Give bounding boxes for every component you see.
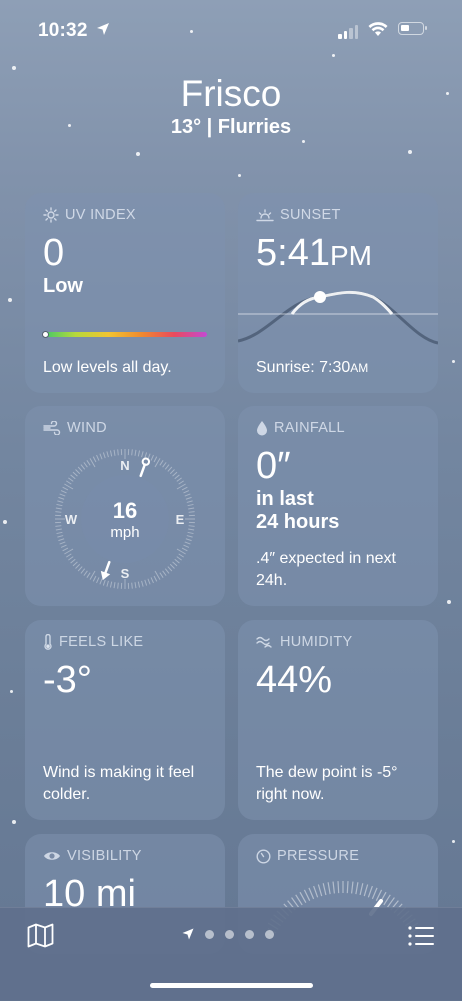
- feels-like-description: Wind is making it feel colder.: [43, 762, 213, 806]
- rainfall-value: 0″: [256, 444, 420, 488]
- compass-east: E: [176, 512, 185, 527]
- page-dot: [205, 930, 214, 939]
- raindrop-icon: [256, 420, 268, 436]
- page-dot: [265, 930, 274, 939]
- sunset-icon: [256, 207, 274, 223]
- feels-like-value: -3°: [43, 658, 207, 702]
- uv-index-indicator: [42, 331, 49, 338]
- compass-west: W: [65, 512, 78, 527]
- wind-compass: N S E W 16 mph: [52, 446, 198, 592]
- rainfall-description: .4″ expected in next 24h.: [256, 548, 426, 592]
- current-conditions: 13° | Flurries: [0, 116, 462, 139]
- list-icon[interactable]: [408, 926, 435, 946]
- status-time: 10:32: [38, 20, 88, 42]
- humidity-value: 44%: [256, 658, 420, 702]
- map-icon[interactable]: [27, 923, 54, 948]
- humidity-title: HUMIDITY: [280, 634, 352, 650]
- page-indicator[interactable]: [182, 928, 274, 940]
- wind-title: WIND: [67, 420, 107, 436]
- rainfall-card[interactable]: RAINFALL 0″ in last 24 hours .4″ expecte…: [238, 406, 438, 606]
- location-arrow-icon: [96, 22, 110, 36]
- home-indicator: [150, 983, 313, 988]
- thermometer-icon: [43, 634, 53, 650]
- sunset-time: 5:41PM: [256, 231, 420, 278]
- rainfall-title: RAINFALL: [274, 420, 345, 436]
- eye-icon: [43, 850, 61, 862]
- sun-path-graph: [238, 275, 438, 355]
- page-dot: [225, 930, 234, 939]
- uv-index-value: 0: [43, 231, 207, 275]
- sunset-card[interactable]: SUNSET 5:41PM Sunrise: 7:30AM: [238, 193, 438, 393]
- status-bar: 10:32: [0, 0, 462, 60]
- compass-south: S: [121, 566, 130, 581]
- current-location-icon: [182, 928, 194, 940]
- pressure-title: PRESSURE: [277, 848, 359, 864]
- city-name: Frisco: [0, 72, 462, 116]
- cellular-signal-icon: [338, 25, 358, 39]
- sunset-title: SUNSET: [280, 207, 341, 223]
- sun-icon: [43, 207, 59, 223]
- wind-unit: mph: [110, 524, 139, 541]
- uv-index-scale-bar: [43, 332, 207, 337]
- humidity-description: The dew point is -5° right now.: [256, 762, 426, 806]
- humidity-icon: [256, 635, 274, 649]
- uv-index-title: UV INDEX: [65, 207, 136, 223]
- rainfall-period-line1: in last: [256, 488, 420, 511]
- uv-index-card[interactable]: UV INDEX 0 Low Low levels all day.: [25, 193, 225, 393]
- wind-speed: 16: [113, 498, 137, 523]
- feels-like-title: FEELS LIKE: [59, 634, 143, 650]
- uv-index-level: Low: [43, 275, 207, 298]
- sun-position-marker: [314, 291, 326, 303]
- compass-north: N: [120, 458, 129, 473]
- uv-index-description: Low levels all day.: [43, 357, 213, 379]
- location-header: Frisco 13° | Flurries: [0, 72, 462, 139]
- wind-icon: [43, 421, 61, 435]
- humidity-card[interactable]: HUMIDITY 44% The dew point is -5° right …: [238, 620, 438, 820]
- sunrise-time: Sunrise: 7:30AM: [256, 357, 426, 379]
- battery-icon: [398, 22, 424, 35]
- rainfall-period-line2: 24 hours: [256, 511, 420, 534]
- gauge-icon: [256, 849, 271, 864]
- feels-like-card[interactable]: FEELS LIKE -3° Wind is making it feel co…: [25, 620, 225, 820]
- wifi-icon: [368, 21, 388, 37]
- visibility-title: VISIBILITY: [67, 848, 142, 864]
- page-dot: [245, 930, 254, 939]
- wind-card[interactable]: WIND N S E W 16 mph: [25, 406, 225, 606]
- bottom-toolbar: [0, 907, 462, 1001]
